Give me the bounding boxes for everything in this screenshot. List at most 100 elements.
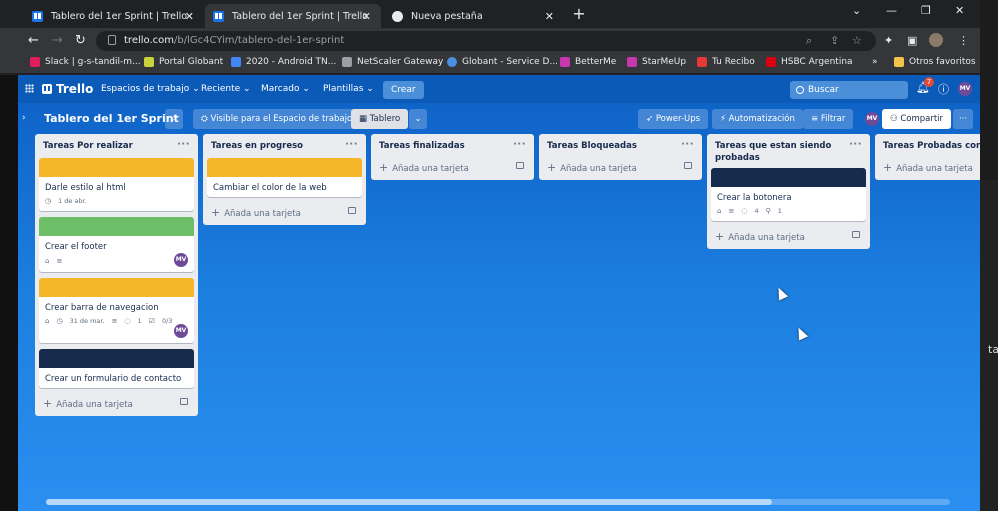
add-card-label: Añada una tarjeta: [56, 400, 133, 410]
filter-button[interactable]: ≡ Filtrar: [803, 109, 854, 129]
view-switcher-chevron-icon[interactable]: ⌄: [409, 109, 427, 129]
list-title[interactable]: Tareas en progreso: [211, 141, 303, 151]
visibility-label: Visible para el Espacio de trabajo: [210, 114, 353, 124]
card-member-avatar[interactable]: MV: [174, 253, 188, 267]
side-panel-icon[interactable]: ▣: [907, 34, 917, 47]
bookmark-label: Otros favoritos: [909, 57, 976, 67]
menu-recent[interactable]: Reciente ⌄: [201, 84, 251, 94]
bookmarks-overflow[interactable]: »: [872, 57, 878, 67]
trello-logo[interactable]: Trello: [42, 82, 93, 96]
tab-trello-1[interactable]: Tablero del 1er Sprint | Trello ✕: [24, 4, 204, 28]
card-badges: ⌂ ◷ 31 de mar. ≡ ◌ 1 ☑ 0/3 MV: [39, 317, 194, 343]
back-icon[interactable]: ←: [28, 33, 39, 48]
user-avatar[interactable]: MV: [958, 82, 972, 96]
url-field[interactable]: trello.com/b/lGc4CYim/tablero-del-1er-sp…: [96, 31, 876, 51]
bookmark-label: Slack | g-s-tandil-m...: [45, 57, 141, 67]
bookmark-hsbc[interactable]: HSBC Argentina: [766, 57, 853, 67]
share-button[interactable]: ⚇ Compartir: [882, 109, 952, 129]
window-close-icon[interactable]: ✕: [955, 4, 964, 17]
forward-icon[interactable]: →: [52, 33, 63, 48]
app-switcher-icon[interactable]: [25, 84, 34, 93]
list-menu-icon[interactable]: ···: [177, 139, 190, 150]
tab-new[interactable]: Nueva pestaña ✕: [384, 4, 564, 28]
help-icon[interactable]: ⓘ: [938, 81, 949, 97]
menu-label: Plantillas: [323, 84, 364, 94]
card-template-icon[interactable]: [180, 398, 188, 405]
list-menu-icon[interactable]: ···: [681, 139, 694, 150]
menu-starred[interactable]: Marcado ⌄: [261, 84, 310, 94]
card-template-icon[interactable]: [348, 207, 356, 214]
automation-button[interactable]: ⚡︎ Automatización: [712, 109, 803, 129]
share-icon[interactable]: ⇪: [830, 34, 839, 47]
profile-avatar[interactable]: [929, 33, 943, 47]
tab-title: Tablero del 1er Sprint | Trello: [232, 10, 369, 22]
add-card-button[interactable]: + Añada una tarjeta: [539, 158, 702, 174]
tab-trello-2[interactable]: Tablero del 1er Sprint | Trello ✕: [205, 4, 381, 28]
star-board-icon[interactable]: ☆: [165, 109, 183, 129]
card-cambiar-color[interactable]: Cambiar el color de la web: [207, 158, 362, 197]
list-title[interactable]: Tareas finalizadas: [379, 141, 465, 151]
list-menu-icon[interactable]: ···: [849, 139, 862, 151]
comment-count: 4: [754, 207, 759, 215]
close-tab-icon[interactable]: ✕: [185, 10, 194, 23]
card-crear-botonera[interactable]: Crear la botonera ⌂ ≡ ◌ 4 ⚲ 1: [711, 168, 866, 221]
reload-icon[interactable]: ↻: [75, 33, 86, 48]
list-title[interactable]: Tareas Probadas correcta: [883, 141, 980, 151]
bookmark-label: 2020 - Android TN...: [246, 57, 337, 67]
bookmark-service-desk[interactable]: Globant - Service D...: [447, 57, 558, 67]
card-member-avatar[interactable]: MV: [174, 324, 188, 338]
powerups-button[interactable]: ➶ Power-Ups: [638, 109, 709, 129]
card-formulario-contacto[interactable]: Crear un formulario de contacto: [39, 349, 194, 388]
list-menu-icon[interactable]: ···: [513, 139, 526, 150]
list-title[interactable]: Tareas Por realizar: [43, 141, 133, 151]
board-view-button[interactable]: ▦ Tablero: [351, 109, 409, 129]
bookmark-star-icon[interactable]: ☆: [852, 34, 862, 47]
add-card-button[interactable]: + Añada una tarjeta: [707, 227, 870, 243]
card-barra-navegacion[interactable]: Crear barra de navegacion ⌂ ◷ 31 de mar. ≡ ◌…: [39, 278, 194, 343]
minimize-icon[interactable]: —: [886, 4, 897, 17]
browser-menu-icon[interactable]: ⋮: [958, 34, 969, 47]
bookmark-starmeup[interactable]: StarMeUp: [627, 57, 686, 67]
tab-search-chevron-icon[interactable]: ⌄: [852, 4, 861, 17]
list-menu-icon[interactable]: ···: [345, 139, 358, 150]
board-title[interactable]: Tablero del 1er Sprint: [44, 112, 179, 125]
zoom-icon[interactable]: ⌕: [806, 34, 812, 48]
other-bookmarks[interactable]: Otros favoritos: [894, 57, 976, 67]
card-crear-footer[interactable]: Crear el footer ⌂ ≡ MV: [39, 217, 194, 272]
scrollbar-thumb[interactable]: [46, 499, 772, 505]
card-template-icon[interactable]: [516, 162, 524, 169]
add-card-button[interactable]: + Añada una tarjeta: [875, 158, 980, 174]
bookmark-slack[interactable]: Slack | g-s-tandil-m...: [30, 57, 141, 67]
bookmark-netscaler[interactable]: NetScaler Gateway: [342, 57, 443, 67]
add-card-button[interactable]: + Añada una tarjeta: [203, 203, 366, 219]
member-avatar[interactable]: MV: [865, 112, 879, 126]
bookmark-tu-recibo[interactable]: Tu Recibo: [697, 57, 755, 67]
list-title[interactable]: Tareas que estan siendo probadas: [715, 140, 843, 164]
overflow-chevron-icon: »: [872, 57, 878, 67]
sidebar-expand-icon[interactable]: ›: [22, 113, 26, 123]
board-horizontal-scrollbar[interactable]: [46, 499, 950, 505]
close-tab-icon[interactable]: ✕: [362, 10, 371, 23]
add-card-button[interactable]: + Añada una tarjeta: [35, 394, 198, 410]
board-menu-icon[interactable]: ···: [953, 109, 973, 129]
create-button[interactable]: Crear: [383, 81, 424, 99]
restore-icon[interactable]: ❐: [921, 4, 931, 17]
add-card-button[interactable]: + Añada una tarjeta: [371, 158, 534, 174]
card-cover: [39, 158, 194, 177]
card-darle-estilo[interactable]: Darle estilo al html ◷ 1 de abr.: [39, 158, 194, 211]
extensions-icon[interactable]: ✦: [884, 34, 893, 47]
add-card-label: Añada una tarjeta: [560, 164, 637, 174]
menu-workspaces[interactable]: Espacios de trabajo ⌄: [101, 84, 200, 94]
bookmark-android[interactable]: 2020 - Android TN...: [231, 57, 336, 67]
bookmark-betterme[interactable]: BetterMe: [560, 57, 616, 67]
list-title[interactable]: Tareas Bloqueadas: [547, 141, 637, 151]
new-tab-icon[interactable]: +: [570, 6, 588, 24]
close-tab-icon[interactable]: ✕: [545, 10, 554, 23]
menu-templates[interactable]: Plantillas ⌄: [323, 84, 374, 94]
search-input[interactable]: Buscar: [790, 81, 908, 99]
card-template-icon[interactable]: [852, 231, 860, 238]
card-template-icon[interactable]: [684, 162, 692, 169]
bookmark-portal-globant[interactable]: Portal Globant: [144, 57, 223, 67]
add-card-label: Añada una tarjeta: [728, 233, 805, 243]
visibility-button[interactable]: ⛭ Visible para el Espacio de trabajo: [193, 109, 361, 129]
